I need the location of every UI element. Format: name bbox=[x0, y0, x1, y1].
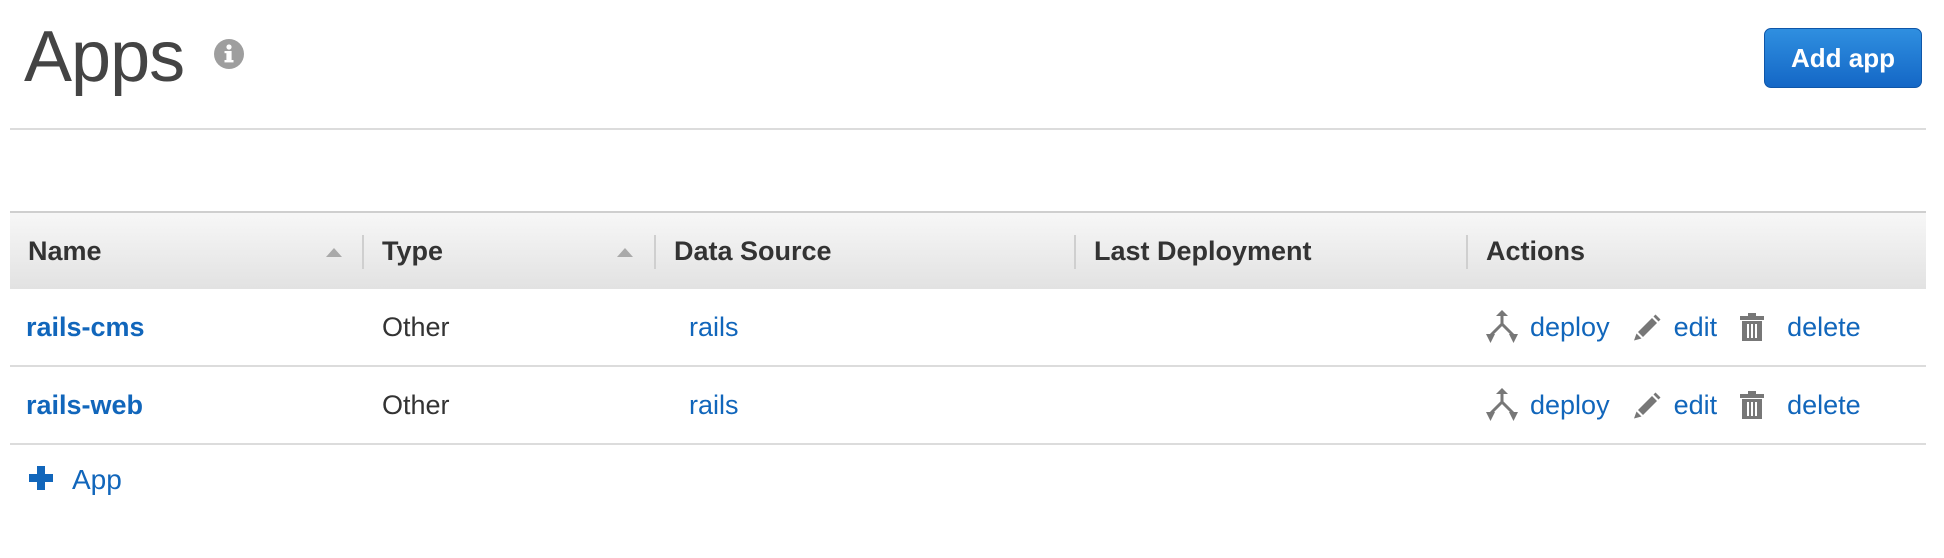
table-row: rails-web Other rails deploy edit delete bbox=[10, 367, 1926, 445]
sort-name-icon[interactable] bbox=[326, 248, 342, 257]
apps-table: Name Type Data Source Last Deployment Ac… bbox=[10, 211, 1926, 445]
add-app-label[interactable]: App bbox=[72, 464, 122, 496]
app-name-link[interactable]: rails-web bbox=[26, 390, 143, 421]
trash-icon bbox=[1739, 390, 1765, 420]
add-app-link[interactable]: App bbox=[28, 464, 122, 496]
trash-icon bbox=[1739, 312, 1765, 342]
deploy-icon bbox=[1484, 309, 1520, 345]
app-type: Other bbox=[382, 389, 450, 420]
deploy-icon bbox=[1484, 387, 1520, 423]
sort-type-icon[interactable] bbox=[617, 248, 633, 257]
column-header-type[interactable]: Type bbox=[382, 213, 443, 289]
column-header-last-deployment: Last Deployment bbox=[1094, 235, 1312, 266]
delete-link[interactable]: delete bbox=[1787, 312, 1861, 343]
table-header: Name Type Data Source Last Deployment Ac… bbox=[10, 211, 1926, 289]
delete-action[interactable]: delete bbox=[1739, 390, 1861, 421]
data-source-link[interactable]: rails bbox=[689, 390, 739, 421]
deploy-link[interactable]: deploy bbox=[1530, 312, 1610, 343]
column-divider bbox=[1074, 235, 1076, 269]
delete-action[interactable]: delete bbox=[1739, 312, 1861, 343]
column-divider bbox=[362, 235, 364, 269]
deploy-action[interactable]: deploy bbox=[1484, 309, 1610, 345]
row-actions: deploy edit delete bbox=[1484, 367, 1861, 443]
page-title: Apps bbox=[24, 17, 185, 97]
edit-link[interactable]: edit bbox=[1674, 390, 1718, 421]
delete-link[interactable]: delete bbox=[1787, 390, 1861, 421]
column-header-actions: Actions bbox=[1486, 235, 1586, 266]
column-divider bbox=[1466, 235, 1468, 269]
add-app-button[interactable]: Add app bbox=[1764, 28, 1922, 88]
deploy-link[interactable]: deploy bbox=[1530, 390, 1610, 421]
deploy-action[interactable]: deploy bbox=[1484, 387, 1610, 423]
column-divider bbox=[654, 235, 656, 269]
edit-action[interactable]: edit bbox=[1632, 390, 1718, 421]
app-name-link[interactable]: rails-cms bbox=[26, 312, 145, 343]
app-type: Other bbox=[382, 311, 450, 342]
apps-page: Apps Add app Name Type Data Source Last … bbox=[10, 0, 1926, 495]
column-header-data-source: Data Source bbox=[674, 235, 832, 266]
edit-link[interactable]: edit bbox=[1674, 312, 1718, 343]
pencil-icon bbox=[1632, 390, 1662, 420]
data-source-link[interactable]: rails bbox=[689, 312, 739, 343]
info-icon[interactable] bbox=[213, 38, 245, 70]
page-header: Apps Add app bbox=[10, 0, 1926, 130]
pencil-icon bbox=[1632, 312, 1662, 342]
edit-action[interactable]: edit bbox=[1632, 312, 1718, 343]
row-actions: deploy edit delete bbox=[1484, 289, 1861, 365]
column-header-name[interactable]: Name bbox=[28, 213, 102, 289]
table-row: rails-cms Other rails deploy edit delete bbox=[10, 289, 1926, 367]
plus-icon bbox=[28, 465, 54, 496]
